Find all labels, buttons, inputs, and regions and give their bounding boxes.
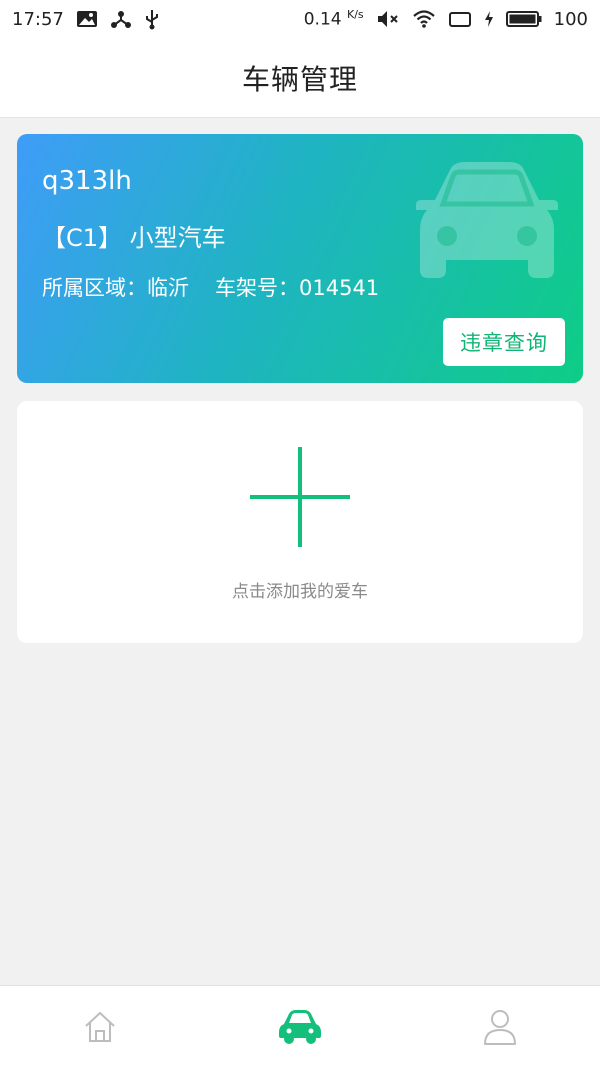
image-notification-icon xyxy=(76,10,98,28)
battery-icon xyxy=(505,10,542,28)
vehicle-info: 所属区域：临沂 车架号：014541 xyxy=(42,272,379,302)
car-watermark-icon xyxy=(416,162,558,278)
wifi-icon xyxy=(412,9,436,29)
network-speed: 0.14 K/s xyxy=(303,8,364,30)
vehicle-vin: 车架号：014541 xyxy=(215,276,380,300)
add-vehicle-card[interactable]: 点击添加我的爱车 xyxy=(17,401,583,643)
vehicle-region: 所属区域：临沂 xyxy=(42,276,189,300)
bottom-nav xyxy=(0,985,600,1067)
page-title: 车辆管理 xyxy=(241,62,358,96)
status-time: 17:57 xyxy=(12,8,64,30)
charging-icon xyxy=(484,10,494,28)
vehicle-plate: q313lh xyxy=(42,166,132,196)
add-vehicle-label: 点击添加我的爱车 xyxy=(232,582,368,602)
screen-rotation-icon xyxy=(448,10,472,28)
license-type: 【C1】 小型汽车 xyxy=(42,224,226,252)
violation-query-button[interactable]: 违章查询 xyxy=(443,318,565,366)
mute-icon xyxy=(376,9,400,29)
app-header: 车辆管理 xyxy=(0,38,600,118)
user-icon xyxy=(484,1009,516,1045)
battery-level: 100 xyxy=(553,8,588,30)
usb-icon xyxy=(144,8,160,30)
plus-icon xyxy=(250,447,350,547)
nav-home[interactable] xyxy=(60,997,140,1057)
share-icon xyxy=(110,9,132,29)
home-icon xyxy=(85,1011,115,1042)
car-icon xyxy=(279,1009,321,1044)
nav-vehicles[interactable] xyxy=(260,997,340,1057)
vehicle-card[interactable]: q313lh 【C1】 小型汽车 所属区域：临沂 车架号：014541 违章查询 xyxy=(17,134,583,383)
nav-profile[interactable] xyxy=(460,997,540,1057)
status-bar: 17:57 0.14 K/s 100 xyxy=(0,0,600,38)
